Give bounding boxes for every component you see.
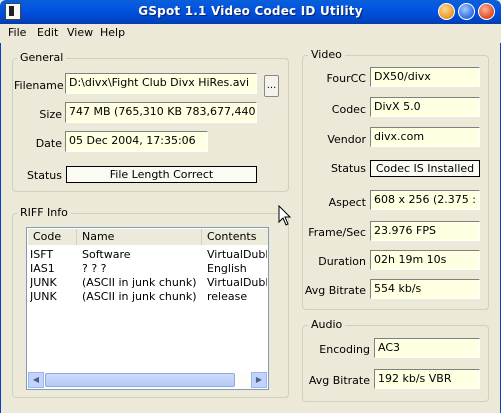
general-group-label: General xyxy=(17,51,67,64)
file-status-label: Status xyxy=(26,169,62,182)
riff-row-1-contents[interactable]: VirtualDubMo xyxy=(207,248,267,261)
riff-row-3-code[interactable]: JUNK xyxy=(30,276,75,289)
riff-row-1-name[interactable]: Software xyxy=(82,248,200,261)
video-bitrate-label: Avg Bitrate xyxy=(304,284,366,297)
window-title: GSpot 1.1 Video Codec ID Utility xyxy=(138,4,363,18)
scroll-left-icon[interactable]: ◀ xyxy=(28,372,44,388)
date-field[interactable]: 05 Dec 2004, 17:35:06 xyxy=(65,131,208,152)
riff-row-4-code[interactable]: JUNK xyxy=(30,290,75,303)
mouse-cursor-icon xyxy=(278,205,292,226)
riff-row-4-contents[interactable]: release xyxy=(207,290,267,303)
menu-edit[interactable]: Edit xyxy=(37,26,58,39)
filename-field[interactable]: D:\divx\Fight Club Divx HiRes.avi xyxy=(65,73,257,94)
audio-group xyxy=(302,325,489,402)
menu-file[interactable]: File xyxy=(8,26,26,39)
minimize-button[interactable] xyxy=(438,3,455,20)
menu-help[interactable]: Help xyxy=(100,26,125,39)
riff-row-4-name[interactable]: (ASCII in junk chunk) xyxy=(82,290,200,303)
column-header-contents[interactable]: Contents xyxy=(202,229,268,245)
duration-field[interactable]: 02h 19m 10s xyxy=(370,250,480,270)
frame-rate-field[interactable]: 23.976 FPS xyxy=(370,221,480,241)
horizontal-scrollbar[interactable]: ◀ ▶ xyxy=(28,372,267,388)
video-group xyxy=(302,55,489,310)
encoding-field[interactable]: AC3 xyxy=(374,338,480,358)
browse-button[interactable]: ... xyxy=(264,75,279,97)
close-button[interactable] xyxy=(478,3,495,20)
codec-status-label: Status xyxy=(330,162,366,175)
encoding-label: Encoding xyxy=(319,343,370,356)
video-bitrate-field[interactable]: 554 kb/s xyxy=(370,279,480,299)
scroll-right-icon[interactable]: ▶ xyxy=(251,372,267,388)
audio-bitrate-label: Avg Bitrate xyxy=(308,374,370,387)
riff-info-list[interactable]: Code Name Contents ISFT Software Virtual… xyxy=(26,227,269,390)
video-group-label: Video xyxy=(308,48,345,61)
audio-group-label: Audio xyxy=(308,318,346,331)
codec-status-value: Codec IS Installed xyxy=(370,160,480,177)
frame-rate-label: Frame/Sec xyxy=(308,226,366,239)
file-status-value: File Length Correct xyxy=(66,166,257,183)
size-label: Size xyxy=(39,108,62,121)
maximize-button[interactable] xyxy=(458,3,475,20)
aspect-field[interactable]: 608 x 256 (2.375 : 1) xyxy=(370,190,480,210)
duration-label: Duration xyxy=(318,255,366,268)
title-bar[interactable]: GSpot 1.1 Video Codec ID Utility xyxy=(0,0,501,24)
column-header-name[interactable]: Name xyxy=(77,229,202,245)
vendor-label: Vendor xyxy=(327,133,366,146)
menu-view[interactable]: View xyxy=(67,26,93,39)
column-header-code[interactable]: Code xyxy=(28,229,77,245)
riff-info-group-label: RIFF Info xyxy=(17,206,71,219)
riff-row-2-code[interactable]: IAS1 xyxy=(30,262,75,275)
riff-row-3-name[interactable]: (ASCII in junk chunk) xyxy=(82,276,200,289)
codec-label: Codec xyxy=(331,103,366,116)
riff-row-2-contents[interactable]: English xyxy=(207,262,267,275)
scrollbar-thumb[interactable] xyxy=(45,373,235,387)
riff-row-1-code[interactable]: ISFT xyxy=(30,248,75,261)
size-field[interactable]: 747 MB (765,310 KB 783,677,440 xyxy=(65,102,257,123)
fourcc-field[interactable]: DX50/divx xyxy=(370,67,480,87)
codec-field[interactable]: DivX 5.0 xyxy=(370,97,480,117)
date-label: Date xyxy=(35,137,62,150)
vendor-field[interactable]: divx.com xyxy=(370,127,480,147)
riff-row-2-name[interactable]: ? ? ? xyxy=(82,262,200,275)
aspect-label: Aspect xyxy=(328,196,366,209)
fourcc-label: FourCC xyxy=(326,72,366,85)
filename-label: Filename xyxy=(14,79,64,92)
riff-row-3-contents[interactable]: VirtualDubMo xyxy=(207,276,267,289)
audio-bitrate-field[interactable]: 192 kb/s VBR xyxy=(374,369,480,389)
